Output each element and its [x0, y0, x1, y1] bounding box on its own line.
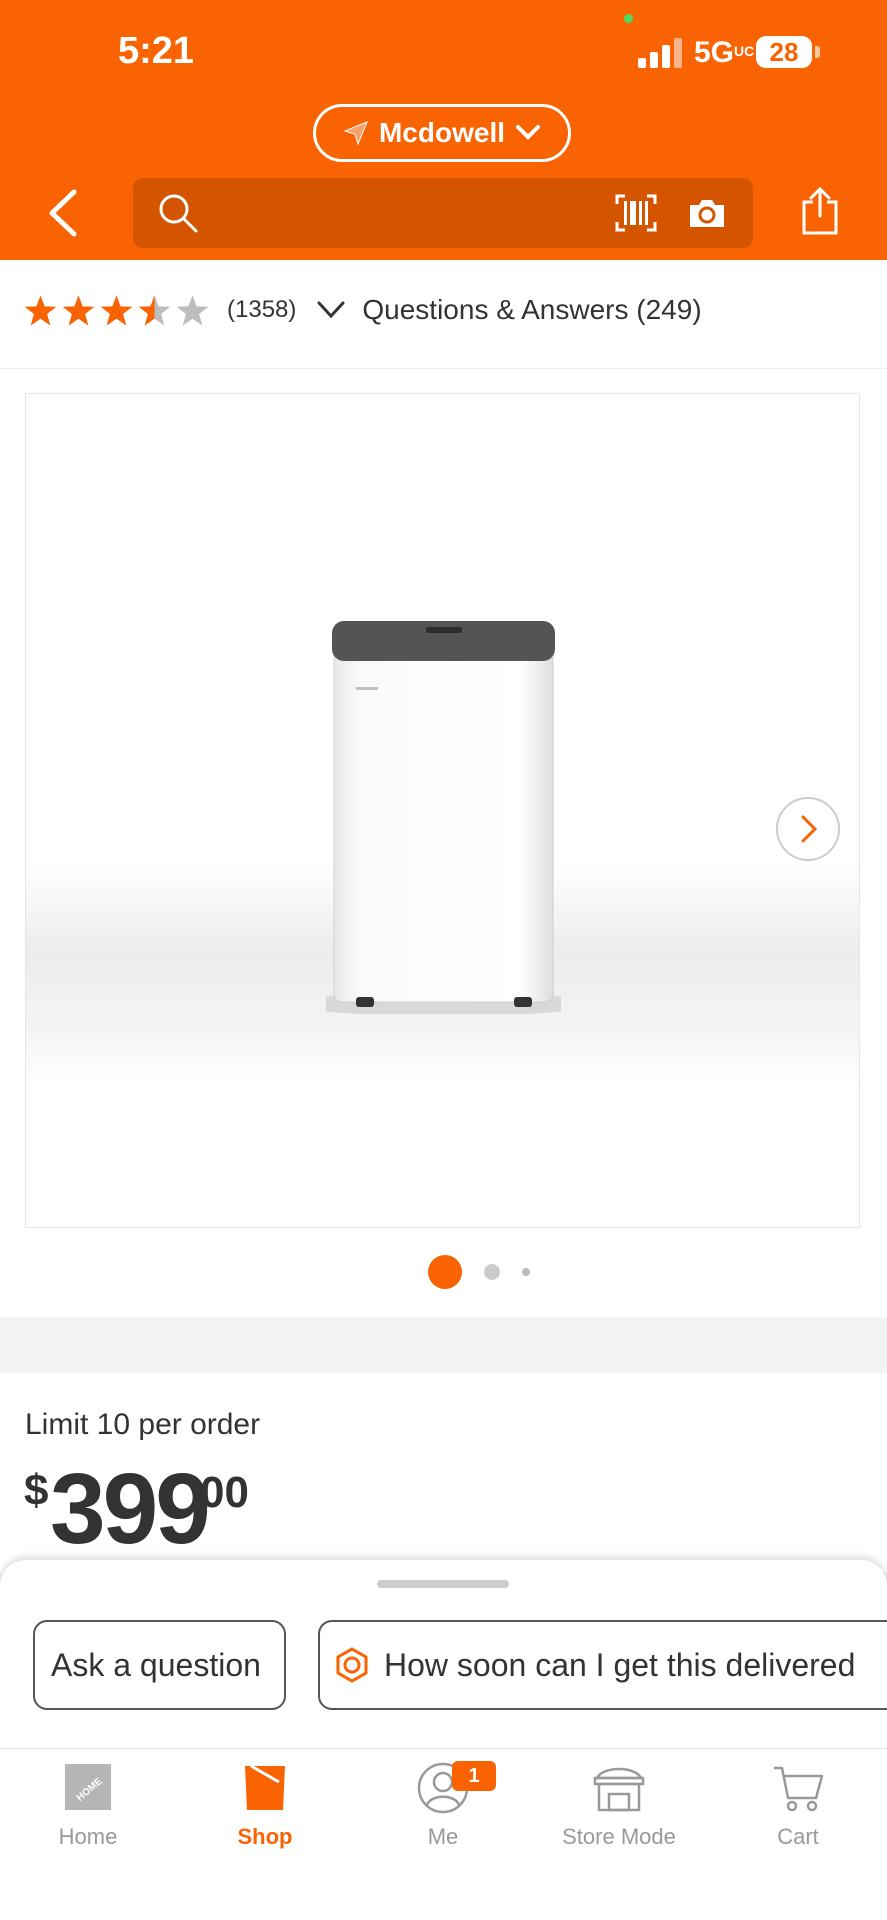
chevron-down-icon [317, 301, 345, 319]
notification-badge: 1 [452, 1761, 496, 1791]
network-type: 5GUC [694, 36, 754, 70]
divider [0, 368, 887, 369]
search-icon [159, 194, 198, 233]
delivery-question-label: How soon can I get this delivered [384, 1646, 856, 1683]
price-whole: 399 [50, 1453, 211, 1565]
nav-home[interactable]: HOME Home [13, 1762, 163, 1850]
delivery-question-button[interactable]: How soon can I get this delivered [318, 1620, 887, 1710]
store-selector[interactable]: Mcdowell [313, 104, 571, 162]
magic-apron-ai-icon [336, 1647, 368, 1683]
back-arrow-icon[interactable] [44, 188, 84, 238]
carousel-dot[interactable] [522, 1268, 530, 1276]
star-half-icon [138, 294, 171, 326]
rating-row: (1358) Questions & Answers (249) [24, 290, 702, 330]
nav-cart[interactable]: Cart [723, 1762, 873, 1850]
ask-question-label: Ask a question [51, 1646, 261, 1683]
battery-tip [815, 46, 820, 58]
product-image [326, 621, 561, 1014]
nav-home-label: Home [58, 1824, 118, 1849]
location-arrow-icon [343, 121, 368, 146]
nav-cart-label: Cart [777, 1824, 819, 1849]
store-name: Mcdowell [378, 117, 505, 148]
next-image-button[interactable] [776, 797, 840, 861]
cart-icon [774, 1766, 824, 1812]
chevron-right-icon [801, 815, 818, 843]
sheet-drag-handle[interactable] [377, 1580, 509, 1588]
network-label: 5G [694, 36, 735, 69]
price-currency: $ [24, 1466, 49, 1515]
nav-store-mode[interactable]: Store Mode [544, 1762, 694, 1850]
chevron-down-icon [516, 125, 540, 140]
status-time: 5:21 [118, 30, 195, 72]
barcode-scan-icon[interactable] [615, 194, 657, 232]
carousel-dot[interactable] [484, 1264, 500, 1280]
nav-me-label: Me [427, 1824, 459, 1849]
nav-store-mode-label: Store Mode [562, 1824, 676, 1849]
network-suffix: UC [734, 43, 755, 59]
star-rating[interactable] [24, 294, 209, 327]
qa-label: Questions & Answers (249) [362, 294, 702, 325]
share-icon[interactable] [800, 186, 840, 236]
carousel-indicators [428, 1255, 530, 1289]
battery-level: 28 [756, 36, 812, 68]
ask-question-button[interactable]: Ask a question [33, 1620, 286, 1710]
review-count[interactable]: (1358) [227, 296, 296, 324]
store-icon [593, 1767, 645, 1812]
questions-answers-link[interactable]: Questions & Answers (249) [316, 294, 702, 326]
camera-icon[interactable] [687, 196, 727, 230]
bucket-icon [245, 1764, 285, 1810]
star-empty-icon [176, 294, 209, 326]
home-depot-logo-icon: HOME [65, 1764, 111, 1810]
product-image-carousel[interactable] [25, 393, 860, 1228]
star-full-icon [62, 294, 95, 326]
search-input[interactable] [133, 178, 753, 248]
order-limit-text: Limit 10 per order [25, 1408, 261, 1441]
price-cents: 00 [200, 1468, 249, 1517]
star-full-icon [100, 294, 133, 326]
carousel-dot-active[interactable] [428, 1255, 462, 1289]
privacy-indicator [624, 14, 633, 23]
signal-icon [638, 38, 682, 68]
nav-shop[interactable]: Shop [190, 1762, 340, 1850]
status-bar: 5:21 5GUC 28 [0, 0, 887, 100]
nav-shop-label: Shop [237, 1824, 293, 1849]
star-full-icon [24, 294, 57, 326]
